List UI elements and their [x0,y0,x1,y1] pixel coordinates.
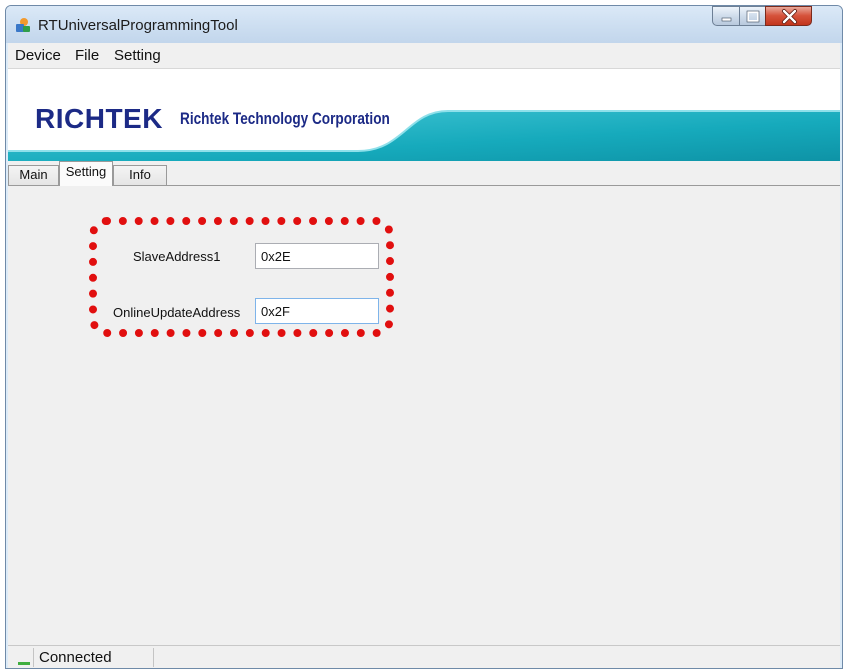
online-update-address-input[interactable] [255,298,379,324]
company-name: Richtek Technology Corporation [180,109,390,128]
app-window: RTUniversalProgrammingTool Device File S… [5,5,843,669]
tab-info[interactable]: Info [113,165,167,185]
tab-main[interactable]: Main [8,165,59,185]
status-divider [33,648,34,667]
close-icon [782,9,797,24]
client-area: Device File Setting RICHTEK Richtek Tech… [8,43,840,668]
menu-file[interactable]: File [75,47,99,64]
maximize-button[interactable] [739,6,766,26]
menu-bar: Device File Setting [8,43,840,69]
menu-setting[interactable]: Setting [114,47,161,64]
close-button[interactable] [765,6,812,26]
window-title: RTUniversalProgrammingTool [38,17,238,34]
menu-device[interactable]: Device [15,47,61,64]
richtek-logo: RICHTEK [35,103,163,134]
slave-address-input[interactable] [255,243,379,269]
tab-strip: Main Setting Info [8,161,840,186]
connection-indicator-icon [18,662,30,665]
company-banner: RICHTEK Richtek Technology Corporation [8,69,840,161]
maximize-icon [746,10,760,23]
minimize-icon [721,17,732,22]
connection-status: Connected [39,649,112,666]
slave-address-label: SlaveAddress1 [133,249,221,264]
minimize-button[interactable] [712,6,740,26]
tab-setting[interactable]: Setting [59,161,113,186]
title-bar[interactable]: RTUniversalProgrammingTool [6,6,842,43]
status-bar: Connected [8,645,840,668]
online-update-address-label: OnlineUpdateAddress [113,305,241,320]
app-icon [16,18,30,32]
status-divider [153,648,154,667]
setting-tab-panel: SlaveAddress1 OnlineUpdateAddress [8,185,840,644]
